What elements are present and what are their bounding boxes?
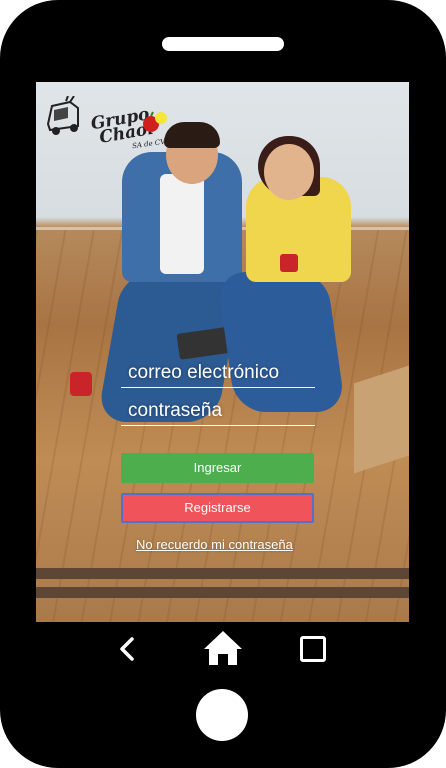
floor-mug-image bbox=[70, 372, 92, 396]
phone-frame: Grupo Chaol SA de CV correo electrónico … bbox=[0, 0, 446, 768]
apple-icon bbox=[143, 111, 167, 132]
bottom-band-upper bbox=[36, 568, 409, 579]
bottom-band-lower bbox=[36, 587, 409, 598]
woman-head-image bbox=[264, 144, 314, 200]
forgot-password-link[interactable]: No recuerdo mi contraseña bbox=[136, 537, 293, 552]
truck-icon bbox=[46, 96, 79, 135]
login-button[interactable]: Ingresar bbox=[121, 453, 314, 483]
company-logo: Grupo Chaol SA de CV bbox=[44, 96, 174, 150]
home-icon[interactable] bbox=[202, 629, 244, 667]
register-button[interactable]: Registrarse bbox=[121, 493, 314, 523]
app-screen: Grupo Chaol SA de CV correo electrónico … bbox=[36, 82, 409, 622]
physical-home-button[interactable] bbox=[196, 689, 248, 741]
speaker-grille bbox=[162, 37, 284, 51]
email-field[interactable]: correo electrónico bbox=[121, 358, 315, 388]
password-field[interactable]: contraseña bbox=[121, 396, 315, 426]
man-shirt-image bbox=[160, 174, 204, 274]
android-nav-bar bbox=[0, 622, 446, 672]
chevron-left-icon[interactable] bbox=[113, 634, 143, 664]
woman-legs-image bbox=[216, 272, 346, 412]
woman-mug-image bbox=[280, 254, 298, 272]
square-icon[interactable] bbox=[300, 636, 326, 662]
